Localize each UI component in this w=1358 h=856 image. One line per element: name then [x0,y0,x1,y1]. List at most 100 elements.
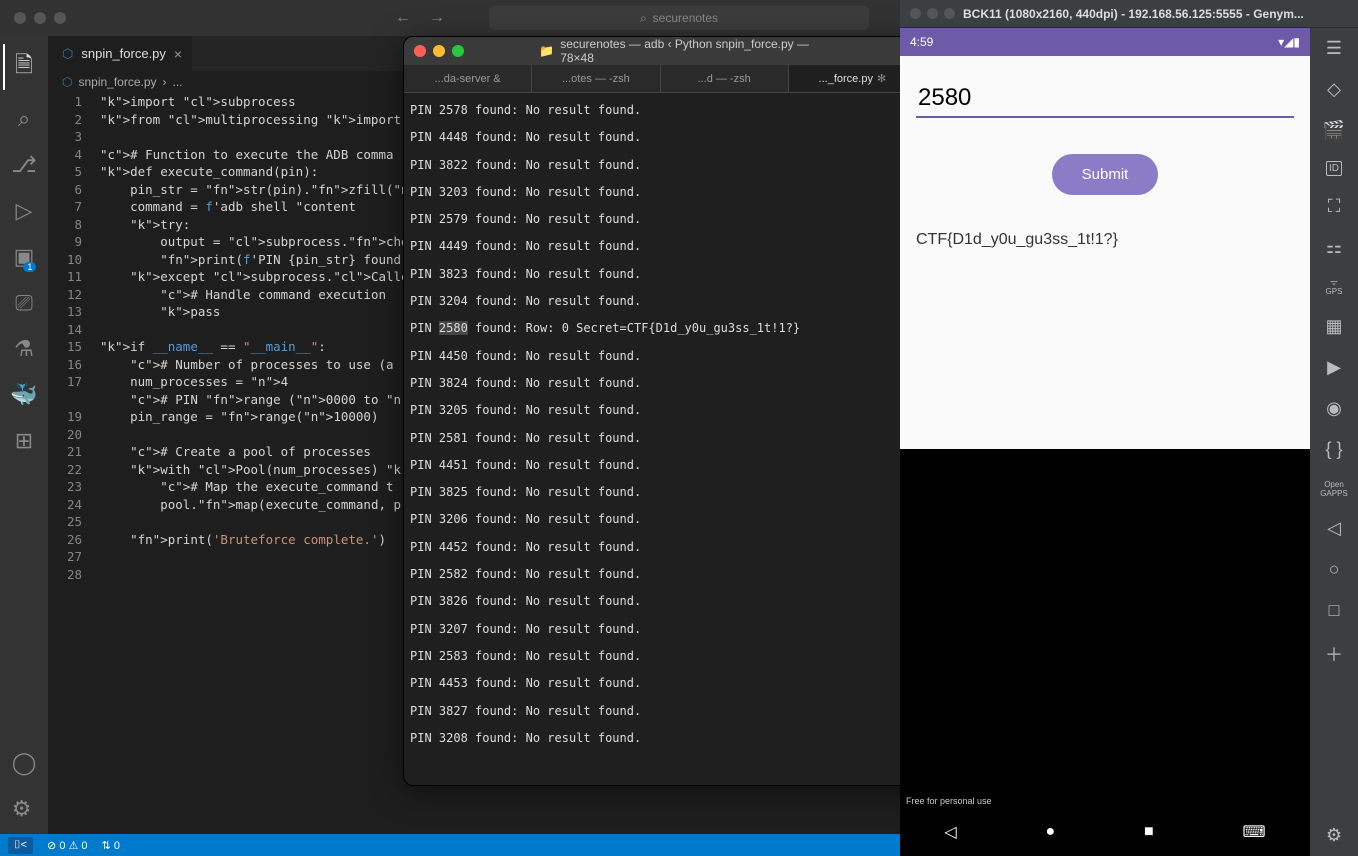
status-icons: ▾◢▮ [1278,35,1300,49]
docker-icon[interactable]: 🐳 [10,382,37,408]
python-file-icon: ⬡ [62,75,72,89]
clapperboard-icon[interactable]: 🎬 [1323,120,1345,141]
search-placeholder: securenotes [653,11,718,25]
emu-close[interactable] [910,8,921,19]
terminal-line: PIN 2579 found: No result found. [410,206,939,233]
clock: 4:59 [910,35,933,49]
wifi-icon[interactable]: ⚏ [1326,237,1342,258]
terminal-line: PIN 3204 found: No result found. [410,288,939,315]
close-window[interactable] [14,12,26,24]
video-icon[interactable]: ▶ [1327,357,1341,378]
home-icon[interactable]: ○ [1329,559,1340,580]
terminal-line: PIN 3825 found: No result found. [410,479,939,506]
gps-icon[interactable]: ᯤGPS [1326,278,1343,296]
emulator-title: BCK11 (1080x2160, 440dpi) - 192.168.56.1… [963,7,1304,21]
settings-gear-icon[interactable]: ⚙ [12,796,37,822]
submit-button[interactable]: Submit [1052,154,1159,195]
close-tab-icon[interactable]: × [174,46,182,62]
nav-home-icon[interactable]: ● [1046,823,1056,841]
sim-icon[interactable]: ▦ [1325,316,1342,337]
other-icon[interactable]: ⊞ [15,428,33,454]
editor-tab[interactable]: ⬡ snpin_force.py × [48,36,192,71]
nav-keyboard-icon[interactable]: ⌨ [1243,822,1266,842]
term-close[interactable] [414,45,426,57]
source-control-icon[interactable]: ⎇ [11,152,36,178]
android-statusbar: 4:59 ▾◢▮ [900,28,1310,56]
android-navbar: ◁ ● ■ ⌨ [900,808,1310,856]
command-center[interactable]: ⌕ securenotes [489,6,869,30]
nav-back-icon[interactable]: ← [395,9,411,27]
terminal-line: PIN 3207 found: No result found. [410,616,939,643]
terminal-line: PIN 3827 found: No result found. [410,698,939,725]
terminal-line: PIN 2583 found: No result found. [410,643,939,670]
testing-icon[interactable]: ⚗ [14,336,34,362]
terminal-line: PIN 2578 found: No result found. [410,97,939,124]
activity-bar: 🗎 ⌕ ⎇ ▷ ▣1 ⎚ ⚗ 🐳 ⊞ ◯ ⚙ [0,36,48,834]
remote-button[interactable]: ⌷< [8,837,33,854]
terminal-tab[interactable]: ..._force.py✻ [789,65,917,92]
recent-icon[interactable]: □ [1329,600,1340,621]
emu-minimize[interactable] [927,8,938,19]
maximize-window[interactable] [54,12,66,24]
expand-icon[interactable]: ⛶ [1328,196,1341,217]
terminal-line: PIN 3823 found: No result found. [410,261,939,288]
accounts-icon[interactable]: ◯ [12,750,37,776]
terminal-line: PIN 4449 found: No result found. [410,233,939,260]
terminal-line: PIN 3208 found: No result found. [410,725,939,752]
terminal-titlebar[interactable]: 📁 securenotes — adb ‹ Python snpin_force… [404,37,945,65]
python-file-icon: ⬡ [62,46,73,62]
run-debug-icon[interactable]: ▷ [16,198,33,224]
folder-icon: 📁 [539,44,554,58]
gear-icon[interactable]: ⚙ [1326,825,1342,846]
terminal-tab[interactable]: ...otes — -zsh [532,65,660,92]
explorer-icon[interactable]: 🗎 [15,48,33,86]
window-controls [14,12,66,24]
extensions-icon[interactable]: ▣1 [14,244,35,270]
braces-icon[interactable]: { } [1325,439,1342,460]
terminal-line: PIN 3824 found: No result found. [410,370,939,397]
terminal-output[interactable]: PIN 2578 found: No result found.PIN 4448… [404,93,945,785]
terminal-line: PIN 3205 found: No result found. [410,397,939,424]
pin-input[interactable] [916,80,1294,118]
device-screen[interactable]: 4:59 ▾◢▮ Submit CTF{D1d_y0u_gu3ss_1t!1?}… [900,28,1310,856]
terminal-tabs: ...da-server &...otes — -zsh...d — -zsh.… [404,65,945,93]
emu-maximize[interactable] [944,8,955,19]
watermark: Free for personal use [900,794,1310,808]
terminal-tab[interactable]: ...d — -zsh [661,65,789,92]
term-maximize[interactable] [452,45,464,57]
emulator-titlebar[interactable]: BCK11 (1080x2160, 440dpi) - 192.168.56.1… [900,0,1358,28]
tab-label: snpin_force.py [81,46,166,61]
search-icon[interactable]: ⌕ [18,106,30,132]
id-icon[interactable]: ID [1326,161,1342,176]
chevron-right-icon: › [163,75,167,89]
terminal-line: PIN 3203 found: No result found. [410,179,939,206]
terminal-line: PIN 3822 found: No result found. [410,152,939,179]
menu-icon[interactable]: ☰ [1326,38,1342,59]
emulator-window: BCK11 (1080x2160, 440dpi) - 192.168.56.1… [900,0,1358,856]
terminal-line: PIN 4453 found: No result found. [410,670,939,697]
terminal-line: PIN 4451 found: No result found. [410,452,939,479]
terminal-line: PIN 2580 found: Row: 0 Secret=CTF{D1d_y0… [410,315,939,342]
rotate-icon[interactable]: ◇ [1327,79,1341,100]
errors-count[interactable]: ⊘ 0 ⚠ 0 [47,839,88,852]
remote-icon[interactable]: ⎚ [15,290,33,316]
terminal-tab[interactable]: ...da-server & [404,65,532,92]
minimize-window[interactable] [34,12,46,24]
opengapps-icon[interactable]: OpenGAPPS [1320,480,1348,498]
nav-recent-icon[interactable]: ■ [1144,823,1154,841]
result-text: CTF{D1d_y0u_gu3ss_1t!1?} [916,231,1294,249]
terminal-line: PIN 4448 found: No result found. [410,124,939,151]
terminal-line: PIN 2581 found: No result found. [410,425,939,452]
terminal-line: PIN 3206 found: No result found. [410,506,939,533]
term-minimize[interactable] [433,45,445,57]
add-icon[interactable]: ＋ [1325,641,1343,667]
app-content: Submit CTF{D1d_y0u_gu3ss_1t!1?} [900,56,1310,449]
breadcrumb-file: snpin_force.py [78,75,156,89]
nav-forward-icon[interactable]: → [429,9,445,27]
ports-count[interactable]: ⇅ 0 [102,839,120,852]
search-icon: ⌕ [640,11,647,26]
back-icon[interactable]: ◁ [1327,518,1341,539]
terminal-line: PIN 2582 found: No result found. [410,561,939,588]
fingerprint-icon[interactable]: ◉ [1326,398,1342,419]
nav-back-icon[interactable]: ◁ [944,822,956,842]
